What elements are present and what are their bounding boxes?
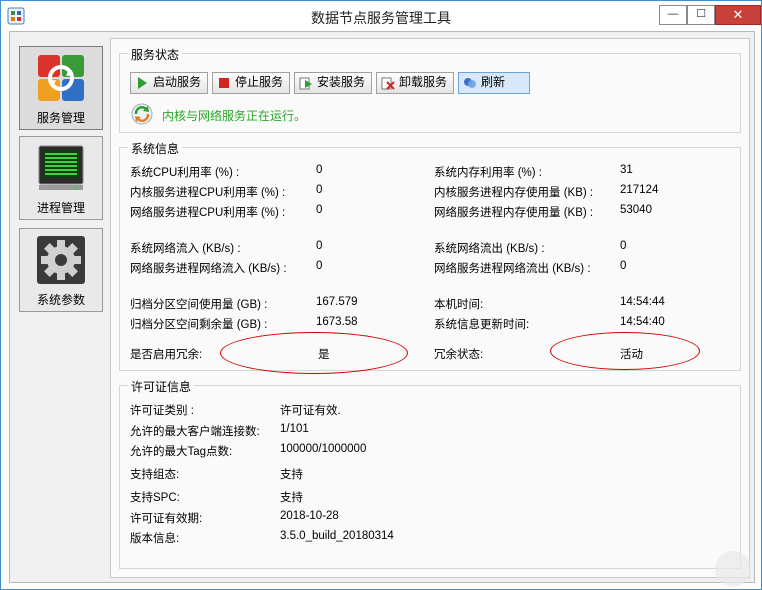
kernel-cpu-value: 0 <box>316 184 323 196</box>
stop-service-label: 停止服务 <box>235 75 284 89</box>
stop-icon <box>219 78 229 88</box>
network-proc-in-label: 网络服务进程网络流入 (KB/s) : <box>130 263 287 275</box>
service-status-group: 服务状态 启动服务 停止服务 安装服务 卸载服务 刷新 内核与网络服务正在运行。 <box>119 46 741 133</box>
uninstall-service-label: 卸载服务 <box>399 75 448 89</box>
refresh-label: 刷新 <box>481 75 506 89</box>
process-management-icon <box>38 145 84 190</box>
sidebar: 服务管理 进程管理 系统参数 <box>10 32 110 582</box>
network-cpu-value: 0 <box>316 204 323 216</box>
license-group: 许可证信息 许可证类别 : 许可证有效. 允许的最大客户端连接数: 1/101 … <box>119 378 741 569</box>
kernel-mem-value: 217124 <box>620 184 659 196</box>
archive-used-label: 归档分区空间使用量 (GB) : <box>130 299 268 311</box>
redundancy-enabled-label: 是否启用冗余: <box>130 349 203 361</box>
system-net-out-value: 0 <box>620 240 627 252</box>
license-expiry-label: 许可证有效期: <box>130 513 203 525</box>
max-tags-label: 允许的最大Tag点数: <box>130 446 233 458</box>
redundancy-enabled-value: 是 <box>318 349 330 361</box>
local-time-value: 14:54:44 <box>620 296 665 308</box>
redundancy-state-label: 冗余状态: <box>434 349 484 361</box>
max-tags-value: 100000/1000000 <box>280 443 367 455</box>
install-service-label: 安装服务 <box>317 75 366 89</box>
network-mem-label: 网络服务进程内存使用量 (KB) : <box>434 207 594 219</box>
kernel-mem-label: 内核服务进程内存使用量 (KB) : <box>434 187 594 199</box>
max-clients-value: 1/101 <box>280 423 309 435</box>
service-status-title: 服务状态 <box>128 46 183 63</box>
spc-support-value: 支持 <box>280 492 303 504</box>
license-expiry-value: 2018-10-28 <box>280 510 339 522</box>
sidebar-item-label: 服务管理 <box>36 111 85 125</box>
version-label: 版本信息: <box>130 533 180 545</box>
system-net-in-value: 0 <box>316 240 323 252</box>
service-management-icon <box>38 55 84 101</box>
uninstall-icon <box>381 77 395 90</box>
watermark-icon <box>715 551 751 587</box>
sidebar-item-process-management[interactable]: 进程管理 <box>19 136 103 220</box>
start-service-label: 启动服务 <box>153 75 202 89</box>
maximize-button[interactable]: ☐ <box>687 5 715 25</box>
status-refresh-icon <box>131 103 153 125</box>
archive-free-label: 归档分区空间剩余量 (GB) : <box>130 319 268 331</box>
network-proc-out-value: 0 <box>620 260 627 272</box>
service-status-message: 内核与网络服务正在运行。 <box>162 109 307 123</box>
close-button[interactable]: ✕ <box>715 5 761 25</box>
sidebar-item-label: 系统参数 <box>36 293 85 307</box>
sidebar-item-system-parameters[interactable]: 系统参数 <box>19 228 103 312</box>
archive-free-value: 1673.58 <box>316 316 358 328</box>
local-time-label: 本机时间: <box>434 299 484 311</box>
system-info-group: 系统信息 系统CPU利用率 (%) : 0 内核服务进程CPU利用率 (%) :… <box>119 140 741 374</box>
config-support-label: 支持组态: <box>130 469 180 481</box>
kernel-cpu-label: 内核服务进程CPU利用率 (%) : <box>130 187 286 199</box>
install-service-button[interactable]: 安装服务 <box>294 72 372 94</box>
system-mem-label: 系统内存利用率 (%) : <box>434 167 542 179</box>
network-cpu-label: 网络服务进程CPU利用率 (%) : <box>130 207 286 219</box>
system-info-title: 系统信息 <box>128 140 183 157</box>
uninstall-service-button[interactable]: 卸载服务 <box>376 72 454 94</box>
sidebar-item-label: 进程管理 <box>36 201 85 215</box>
version-value: 3.5.0_build_20180314 <box>280 530 394 542</box>
system-net-in-label: 系统网络流入 (KB/s) : <box>130 243 241 255</box>
max-clients-label: 允许的最大客户端连接数: <box>130 426 260 438</box>
system-mem-value: 31 <box>620 164 633 176</box>
update-time-value: 14:54:40 <box>620 316 665 328</box>
refresh-button[interactable]: 刷新 <box>458 72 530 94</box>
update-time-label: 系统信息更新时间: <box>434 319 530 331</box>
main-panel: 服务状态 启动服务 停止服务 安装服务 卸载服务 刷新 内核与网络服务正在运行。… <box>110 38 750 578</box>
system-cpu-value: 0 <box>316 164 323 176</box>
network-mem-value: 53040 <box>620 204 652 216</box>
app-window: 数据节点服务管理工具 — ☐ ✕ 服务管理 进程管理 系统参数 服务状态 启动服… <box>0 0 762 590</box>
license-title: 许可证信息 <box>128 378 195 395</box>
network-proc-in-value: 0 <box>316 260 323 272</box>
start-service-button[interactable]: 启动服务 <box>130 72 208 94</box>
title-bar[interactable]: 数据节点服务管理工具 — ☐ ✕ <box>1 1 761 31</box>
network-proc-out-label: 网络服务进程网络流出 (KB/s) : <box>434 263 591 275</box>
sidebar-item-service-management[interactable]: 服务管理 <box>19 46 103 130</box>
refresh-icon <box>464 78 476 88</box>
spc-support-label: 支持SPC: <box>130 492 180 504</box>
system-cpu-label: 系统CPU利用率 (%) : <box>130 167 240 179</box>
redundancy-enabled-annotation <box>220 332 408 374</box>
window-title: 数据节点服务管理工具 <box>311 10 451 26</box>
gear-icon <box>37 236 85 284</box>
license-type-value: 许可证有效. <box>280 405 341 417</box>
stop-service-button[interactable]: 停止服务 <box>212 72 290 94</box>
redundancy-state-value: 活动 <box>620 349 643 361</box>
license-type-label: 许可证类别 : <box>130 405 194 417</box>
install-icon <box>299 77 312 90</box>
system-net-out-label: 系统网络流出 (KB/s) : <box>434 243 545 255</box>
play-icon <box>138 77 147 89</box>
archive-used-value: 167.579 <box>316 296 358 308</box>
config-support-value: 支持 <box>280 469 303 481</box>
client-area: 服务管理 进程管理 系统参数 服务状态 启动服务 停止服务 安装服务 卸载服务 … <box>9 31 755 583</box>
minimize-button[interactable]: — <box>659 5 687 25</box>
